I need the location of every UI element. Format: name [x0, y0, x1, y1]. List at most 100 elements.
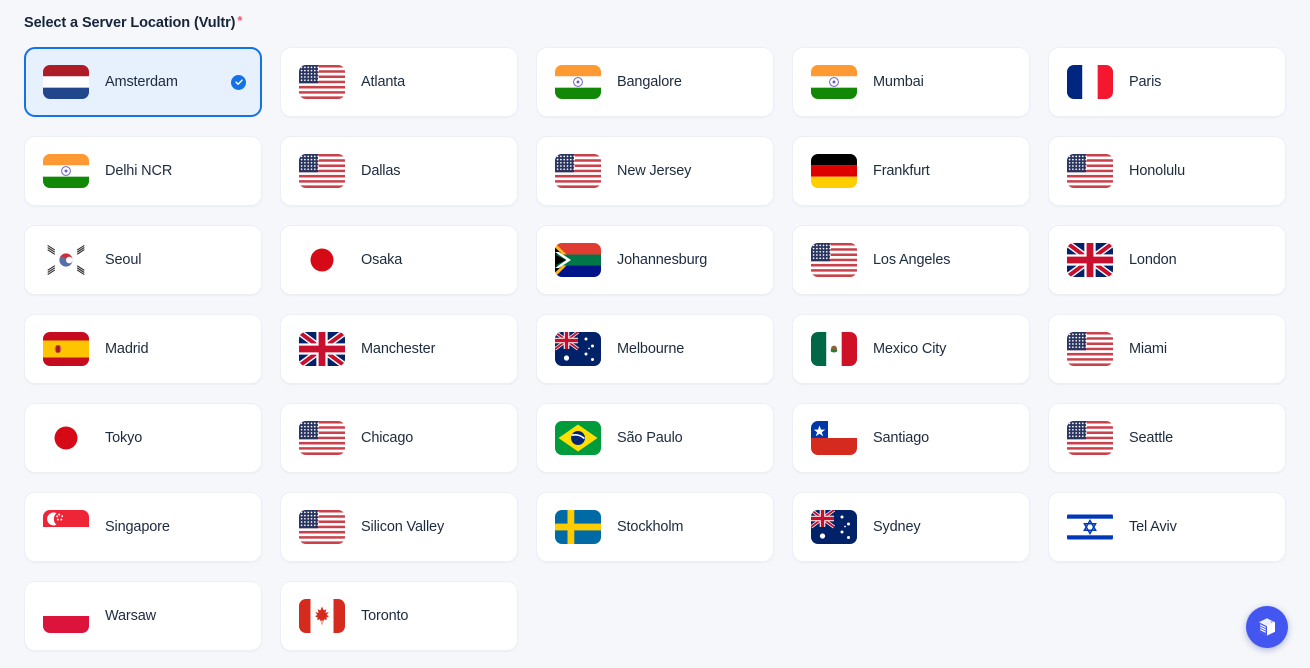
us-flag — [1067, 421, 1113, 455]
location-card-miami[interactable]: Miami — [1048, 314, 1286, 384]
location-name: Atlanta — [361, 74, 406, 90]
se-flag — [555, 510, 601, 544]
location-card-singapore[interactable]: Singapore — [24, 492, 262, 562]
location-card-paris[interactable]: Paris — [1048, 47, 1286, 117]
location-name: Honolulu — [1129, 163, 1186, 179]
location-name: São Paulo — [617, 430, 683, 446]
location-card-london[interactable]: London — [1048, 225, 1286, 295]
us-flag — [299, 65, 345, 99]
location-name: Seattle — [1129, 430, 1174, 446]
ca-flag — [299, 599, 345, 633]
location-card-los-angeles[interactable]: Los Angeles — [792, 225, 1030, 295]
location-card-bangalore[interactable]: Bangalore — [536, 47, 774, 117]
location-card-chicago[interactable]: Chicago — [280, 403, 518, 473]
au-flag — [555, 332, 601, 366]
location-name: Mumbai — [873, 74, 924, 90]
location-card-johannesburg[interactable]: Johannesburg — [536, 225, 774, 295]
jp-flag — [49, 421, 83, 455]
location-card-mumbai[interactable]: Mumbai — [792, 47, 1030, 117]
field-label-text: Select a Server Location (Vultr) — [24, 15, 236, 31]
location-name: Santiago — [873, 430, 930, 446]
location-name: Sydney — [873, 519, 921, 535]
gb-flag — [299, 332, 345, 366]
location-name: New Jersey — [617, 163, 692, 179]
location-card-toronto[interactable]: Toronto — [280, 581, 518, 651]
location-card-mexico-city[interactable]: Mexico City — [792, 314, 1030, 384]
gb-flag — [1067, 243, 1113, 277]
il-flag — [1067, 510, 1113, 544]
location-name: Seoul — [105, 252, 142, 268]
location-name: Frankfurt — [873, 163, 930, 179]
location-name: Stockholm — [617, 519, 684, 535]
za-flag — [555, 243, 601, 277]
location-name: Manchester — [361, 341, 436, 357]
nl-flag — [43, 65, 89, 99]
location-card-warsaw[interactable]: Warsaw — [24, 581, 262, 651]
location-card-stockholm[interactable]: Stockholm — [536, 492, 774, 562]
es-flag — [43, 332, 89, 366]
cube-box-icon — [1255, 615, 1279, 639]
location-name: London — [1129, 252, 1177, 268]
location-name: Madrid — [105, 341, 149, 357]
location-name: Melbourne — [617, 341, 685, 357]
de-flag — [811, 154, 857, 188]
check-circle-icon — [231, 74, 246, 90]
location-card-atlanta[interactable]: Atlanta — [280, 47, 518, 117]
us-flag — [299, 421, 345, 455]
us-flag — [811, 243, 857, 277]
kr-flag — [43, 243, 89, 277]
location-name: Los Angeles — [873, 252, 951, 268]
location-card-delhi-ncr[interactable]: Delhi NCR — [24, 136, 262, 206]
location-card-tel-aviv[interactable]: Tel Aviv — [1048, 492, 1286, 562]
page-title: Select a Server Location (Vultr) * — [24, 14, 1286, 32]
location-card-manchester[interactable]: Manchester — [280, 314, 518, 384]
location-name: Silicon Valley — [361, 519, 445, 535]
us-flag — [555, 154, 601, 188]
location-card-frankfurt[interactable]: Frankfurt — [792, 136, 1030, 206]
location-card-honolulu[interactable]: Honolulu — [1048, 136, 1286, 206]
location-name: Toronto — [361, 608, 409, 624]
location-name: Mexico City — [873, 341, 947, 357]
assistant-fab-button[interactable] — [1246, 606, 1288, 648]
location-card-melbourne[interactable]: Melbourne — [536, 314, 774, 384]
location-name: Miami — [1129, 341, 1167, 357]
us-flag — [1067, 332, 1113, 366]
location-name: Warsaw — [105, 608, 156, 624]
fr-flag — [1067, 65, 1113, 99]
location-card-silicon-valley[interactable]: Silicon Valley — [280, 492, 518, 562]
location-card-amsterdam[interactable]: Amsterdam — [24, 47, 262, 117]
pl-flag — [43, 599, 89, 633]
location-name: Bangalore — [617, 74, 682, 90]
required-asterisk: * — [237, 13, 243, 28]
br-flag — [555, 421, 601, 455]
location-name: Johannesburg — [617, 252, 708, 268]
location-card-new-jersey[interactable]: New Jersey — [536, 136, 774, 206]
location-name: Tokyo — [105, 430, 143, 446]
mx-flag — [811, 332, 857, 366]
us-flag — [299, 154, 345, 188]
location-card-seoul[interactable]: Seoul — [24, 225, 262, 295]
location-grid: Amsterdam Atlanta Bangalore Mumbai Paris… — [24, 47, 1286, 651]
server-location-picker: Select a Server Location (Vultr) * Amster… — [0, 0, 1310, 651]
location-name: Dallas — [361, 163, 401, 179]
location-card-santiago[interactable]: Santiago — [792, 403, 1030, 473]
location-card-madrid[interactable]: Madrid — [24, 314, 262, 384]
us-flag — [299, 510, 345, 544]
cl-flag — [811, 421, 857, 455]
location-name: Amsterdam — [105, 74, 178, 90]
in-flag — [555, 65, 601, 99]
jp-flag — [305, 243, 339, 277]
location-name: Paris — [1129, 74, 1162, 90]
location-name: Chicago — [361, 430, 414, 446]
us-flag — [1067, 154, 1113, 188]
location-card-tokyo[interactable]: Tokyo — [24, 403, 262, 473]
location-card-seattle[interactable]: Seattle — [1048, 403, 1286, 473]
location-card-sydney[interactable]: Sydney — [792, 492, 1030, 562]
location-card-são-paulo[interactable]: São Paulo — [536, 403, 774, 473]
location-name: Delhi NCR — [105, 163, 173, 179]
location-name: Singapore — [105, 519, 170, 535]
location-card-osaka[interactable]: Osaka — [280, 225, 518, 295]
in-flag — [811, 65, 857, 99]
sg-flag — [43, 510, 89, 544]
location-card-dallas[interactable]: Dallas — [280, 136, 518, 206]
